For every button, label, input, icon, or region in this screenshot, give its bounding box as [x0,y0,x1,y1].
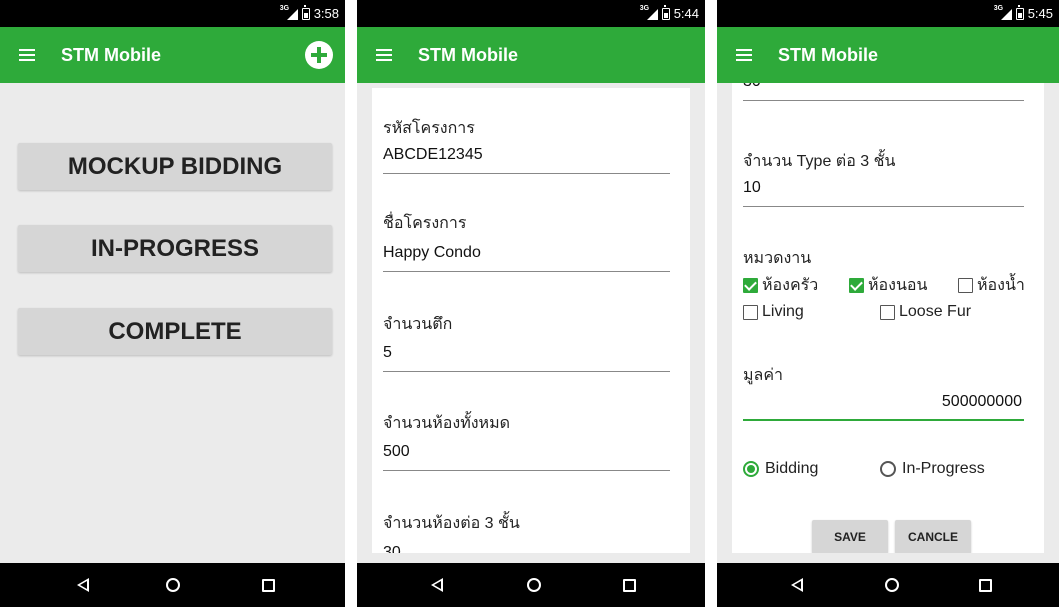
app-bar: STM Mobile [357,27,705,83]
signal-icon: 3G [994,5,1012,20]
status-bar: 3G 5:45 [717,0,1059,27]
home-button[interactable] [509,563,559,607]
in-progress-radio[interactable]: In-Progress [880,460,985,478]
status-bar: 3G 3:58 [0,0,345,27]
radio-icon [880,461,896,477]
recent-apps-icon [622,578,636,592]
status-bar: 3G 5:44 [357,0,705,27]
radio-selected-icon [743,461,759,477]
navigation-bar [357,563,705,607]
category-label: หมวดงาน [743,250,812,267]
app-bar: STM Mobile [717,27,1059,83]
menu-icon[interactable] [376,49,392,61]
phone-screen-home: 3G 3:58 STM Mobile MOCKUP BIDDING IN-PRO… [0,0,345,607]
building-count-input[interactable]: 5 [383,338,670,372]
recent-apps-button[interactable] [604,563,654,607]
back-icon [791,578,803,592]
home-button[interactable] [867,563,917,607]
checkbox-icon [958,278,973,293]
home-icon [527,578,541,592]
checkbox-checked-icon [743,278,758,293]
signal-icon: 3G [280,5,298,20]
cancel-button[interactable]: CANCLE [895,520,971,553]
menu-icon[interactable] [19,49,35,61]
clock: 3:58 [313,6,339,21]
back-button[interactable] [412,563,462,607]
bathroom-checkbox[interactable]: ห้องน้ำ [958,273,1025,298]
in-progress-button[interactable]: IN-PROGRESS [18,225,332,272]
complete-button[interactable]: COMPLETE [18,308,332,355]
rooms-per-3-floors-label: จำนวนห้องต่อ 3 ชั้น [383,515,520,532]
value-label: มูลค่า [743,367,784,384]
back-button[interactable] [58,563,108,607]
building-count-label: จำนวนตึก [383,316,453,333]
recent-apps-icon [978,578,992,592]
app-title: STM Mobile [418,44,518,65]
total-rooms-label: จำนวนห้องทั้งหมด [383,415,511,432]
menu-icon[interactable] [736,49,752,61]
bidding-radio[interactable]: Bidding [743,460,818,478]
clock: 5:45 [1027,6,1053,21]
rooms-per-3-floors-input[interactable]: 30 [743,83,1024,101]
signal-icon: 3G [640,5,658,20]
recent-apps-button[interactable] [243,563,293,607]
total-rooms-input[interactable]: 500 [383,437,670,471]
recent-apps-button[interactable] [960,563,1010,607]
back-icon [77,578,89,592]
living-checkbox[interactable]: Living [743,303,804,321]
project-code-label: รหัสโครงการ [383,120,475,137]
project-code-input[interactable]: ABCDE12345 [383,140,670,174]
app-title: STM Mobile [778,44,878,65]
home-button[interactable] [148,563,198,607]
phone-screen-project-form-continued: 3G 5:45 STM Mobile 30 จำนวน Type ต่อ 3 ช… [717,0,1059,607]
battery-icon [301,4,310,20]
rooms-per-3-floors-input[interactable]: 30 [383,538,670,553]
type-per-3-floors-label: จำนวน Type ต่อ 3 ชั้น [743,153,896,170]
checkbox-icon [743,304,758,320]
back-button[interactable] [772,563,822,607]
loose-fur-checkbox[interactable]: Loose Fur [880,303,971,321]
bedroom-checkbox[interactable]: ห้องนอน [849,273,927,298]
add-icon[interactable] [305,41,333,69]
home-icon [885,578,899,592]
checkbox-checked-icon [849,278,864,293]
project-name-label: ชื่อโครงการ [383,215,467,232]
app-title: STM Mobile [61,44,161,65]
home-icon [166,578,180,592]
save-button[interactable]: SAVE [812,520,888,553]
project-form: รหัสโครงการ ABCDE12345 ชื่อโครงการ Happy… [372,88,690,553]
project-form: 30 จำนวน Type ต่อ 3 ชั้น 10 หมวดงาน ห้อง… [732,83,1044,553]
clock: 5:44 [673,6,699,21]
phone-screen-project-form: 3G 5:44 STM Mobile รหัสโครงการ ABCDE1234… [357,0,705,607]
project-name-input[interactable]: Happy Condo [383,238,670,272]
checkbox-icon [880,304,895,320]
mockup-bidding-button[interactable]: MOCKUP BIDDING [18,143,332,190]
battery-icon [661,4,670,20]
kitchen-checkbox[interactable]: ห้องครัว [743,273,818,298]
navigation-bar [0,563,345,607]
home-content: MOCKUP BIDDING IN-PROGRESS COMPLETE [0,83,345,563]
value-input[interactable]: 500000000 [743,387,1024,421]
battery-icon [1015,4,1024,20]
type-per-3-floors-input[interactable]: 10 [743,173,1024,207]
navigation-bar [717,563,1059,607]
recent-apps-icon [261,578,275,592]
app-bar: STM Mobile [0,27,345,83]
back-icon [431,578,443,592]
